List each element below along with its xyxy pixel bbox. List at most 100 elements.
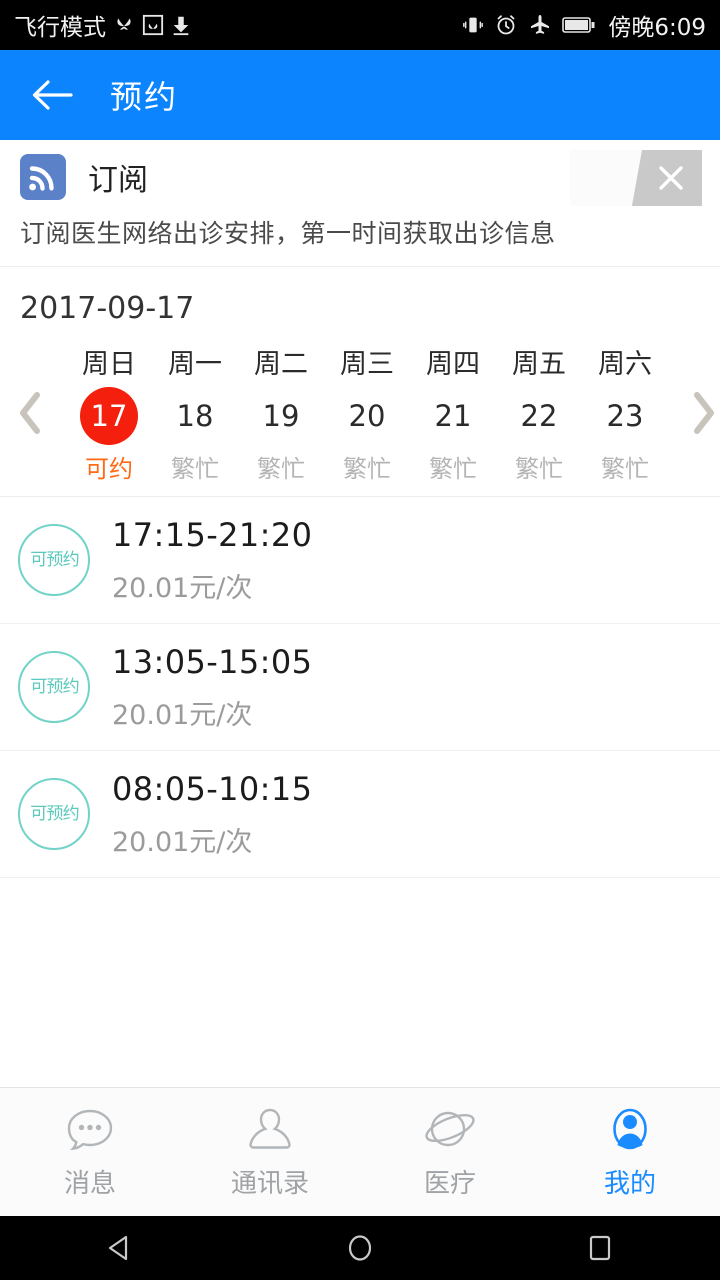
day-weekday: 周二 xyxy=(254,342,308,381)
profile-avatar-icon xyxy=(602,1105,658,1157)
slot-price: 20.01元/次 xyxy=(112,693,312,732)
next-week-button[interactable] xyxy=(672,389,720,437)
day-status: 繁忙 xyxy=(171,449,219,484)
slot-price: 20.01元/次 xyxy=(112,820,312,859)
selected-date-label: 2017-09-17 xyxy=(0,267,720,336)
airplane-icon xyxy=(528,13,552,37)
subscribe-title: 订阅 xyxy=(88,155,148,199)
day-weekday: 周五 xyxy=(512,342,566,381)
day-cell[interactable]: 周五 22 繁忙 xyxy=(496,342,582,484)
status-bar-left: 飞行模式 xyxy=(14,8,192,42)
subscribe-description: 订阅医生网络出诊安排，第一时间获取出诊信息 xyxy=(20,214,700,250)
slot-time: 17:15-21:20 xyxy=(112,516,312,554)
back-arrow-icon xyxy=(30,78,74,112)
chevron-left-icon xyxy=(16,389,46,437)
nav-item-messages[interactable]: 消息 xyxy=(0,1088,180,1216)
day-number: 23 xyxy=(607,399,644,433)
day-number-wrap: 22 xyxy=(510,387,568,445)
appointment-slot-list: 可预约 17:15-21:20 20.01元/次 可预约 13:05-15:05… xyxy=(0,497,720,1087)
huawei-logo-icon xyxy=(112,13,136,37)
day-status: 繁忙 xyxy=(343,449,391,484)
day-number: 21 xyxy=(435,399,472,433)
day-number-wrap: 21 xyxy=(424,387,482,445)
back-button[interactable] xyxy=(24,67,80,123)
vibrate-icon xyxy=(462,13,484,37)
day-number-wrap: 17 xyxy=(80,387,138,445)
appointment-slot-row[interactable]: 可预约 17:15-21:20 20.01元/次 xyxy=(0,497,720,624)
status-time: 傍晚6:09 xyxy=(608,8,706,42)
android-navigation-bar xyxy=(0,1216,720,1280)
day-number: 22 xyxy=(521,399,558,433)
week-strip: 周日 17 可约 周一 18 繁忙 周二 19 繁忙 xyxy=(0,336,720,497)
slot-time: 08:05-10:15 xyxy=(112,770,312,808)
rss-icon xyxy=(20,154,66,200)
chevron-right-icon xyxy=(688,389,718,437)
slot-time: 13:05-15:05 xyxy=(112,643,312,681)
bookable-badge: 可预约 xyxy=(18,778,90,850)
android-home-button[interactable] xyxy=(315,1216,405,1280)
day-weekday: 周日 xyxy=(82,342,136,381)
prev-week-button[interactable] xyxy=(0,389,62,437)
bookable-badge-label: 可预约 xyxy=(30,678,78,695)
bottom-navigation: 消息 通讯录 医疗 我 xyxy=(0,1087,720,1216)
day-number-wrap: 23 xyxy=(596,387,654,445)
day-number: 18 xyxy=(177,399,214,433)
bookable-badge-label: 可预约 xyxy=(30,805,78,822)
contacts-person-icon xyxy=(242,1105,298,1157)
day-weekday: 周四 xyxy=(426,342,480,381)
day-cell[interactable]: 周六 23 繁忙 xyxy=(582,342,668,484)
page-title: 预约 xyxy=(110,72,178,118)
week-days: 周日 17 可约 周一 18 繁忙 周二 19 繁忙 xyxy=(62,342,672,484)
bookable-badge-label: 可预约 xyxy=(30,551,78,568)
status-bar-right: 傍晚6:09 xyxy=(462,8,706,42)
subscribe-toggle[interactable] xyxy=(570,150,702,206)
battery-icon xyxy=(562,15,596,35)
android-back-icon xyxy=(103,1231,137,1265)
day-status: 可约 xyxy=(85,449,133,484)
day-status: 繁忙 xyxy=(257,449,305,484)
bookable-badge: 可预约 xyxy=(18,651,90,723)
day-status: 繁忙 xyxy=(429,449,477,484)
android-recents-icon xyxy=(583,1231,617,1265)
bookable-badge: 可预约 xyxy=(18,524,90,596)
appointment-slot-row[interactable]: 可预约 13:05-15:05 20.01元/次 xyxy=(0,624,720,751)
slot-price: 20.01元/次 xyxy=(112,566,312,605)
day-number: 17 xyxy=(91,399,128,433)
nav-label: 我的 xyxy=(604,1163,656,1200)
android-back-button[interactable] xyxy=(75,1216,165,1280)
android-recents-button[interactable] xyxy=(555,1216,645,1280)
huawei-app-icon xyxy=(142,14,164,36)
subscribe-section: 订阅 订阅医生网络出诊安排，第一时间获取出诊信息 xyxy=(0,140,720,267)
day-number-wrap: 18 xyxy=(166,387,224,445)
day-number: 19 xyxy=(263,399,300,433)
nav-item-medical[interactable]: 医疗 xyxy=(360,1088,540,1216)
android-home-icon xyxy=(343,1231,377,1265)
toggle-knob xyxy=(570,150,642,206)
nav-label: 医疗 xyxy=(424,1163,476,1200)
nav-item-profile[interactable]: 我的 xyxy=(540,1088,720,1216)
carrier-label: 飞行模式 xyxy=(14,8,106,42)
day-cell[interactable]: 周一 18 繁忙 xyxy=(152,342,238,484)
close-x-icon xyxy=(656,163,686,193)
slot-info: 13:05-15:05 20.01元/次 xyxy=(112,643,312,732)
alarm-icon xyxy=(494,13,518,37)
app-bar: 预约 xyxy=(0,50,720,140)
slot-info: 08:05-10:15 20.01元/次 xyxy=(112,770,312,859)
nav-label: 通讯录 xyxy=(231,1163,309,1200)
nav-item-contacts[interactable]: 通讯录 xyxy=(180,1088,360,1216)
appointment-slot-row[interactable]: 可预约 08:05-10:15 20.01元/次 xyxy=(0,751,720,878)
day-weekday: 周六 xyxy=(598,342,652,381)
day-status: 繁忙 xyxy=(601,449,649,484)
day-status: 繁忙 xyxy=(515,449,563,484)
status-bar: 飞行模式 傍晚6:09 xyxy=(0,0,720,50)
slot-info: 17:15-21:20 20.01元/次 xyxy=(112,516,312,605)
day-number-wrap: 19 xyxy=(252,387,310,445)
app-root: 飞行模式 傍晚6:09 xyxy=(0,0,720,1280)
day-cell[interactable]: 周日 17 可约 xyxy=(66,342,152,484)
chat-bubble-icon xyxy=(62,1105,118,1157)
day-cell[interactable]: 周四 21 繁忙 xyxy=(410,342,496,484)
day-weekday: 周三 xyxy=(340,342,394,381)
day-number: 20 xyxy=(349,399,386,433)
day-cell[interactable]: 周三 20 繁忙 xyxy=(324,342,410,484)
day-cell[interactable]: 周二 19 繁忙 xyxy=(238,342,324,484)
